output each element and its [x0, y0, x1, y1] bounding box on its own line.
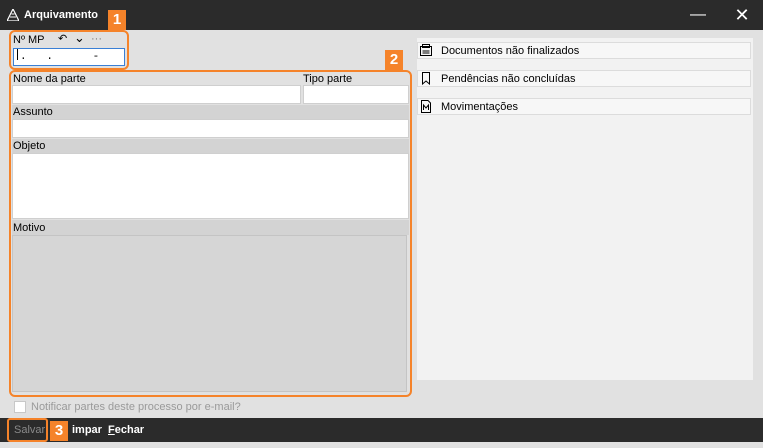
window-title: Arquivamento	[24, 9, 98, 21]
fechar-button[interactable]: Fechar	[108, 424, 144, 436]
assunto-input[interactable]	[12, 119, 409, 138]
fechar-accelerator: F	[108, 424, 115, 436]
documentos-nao-finalizados-item[interactable]: Documentos não finalizados	[417, 42, 751, 59]
printer-folder-icon	[420, 44, 432, 56]
app-logo-icon	[7, 9, 19, 21]
chevron-down-icon[interactable]: ⌄	[74, 30, 85, 46]
right-panel: Documentos não finalizados Pendências nã…	[417, 38, 753, 380]
nome-da-parte-input[interactable]	[12, 85, 301, 104]
bookmark-icon	[422, 72, 430, 85]
notify-label: Notificar partes deste processo por e-ma…	[31, 401, 241, 413]
bottom-strip	[0, 442, 763, 448]
pendencias-nao-concluidas-item[interactable]: Pendências não concluídas	[417, 70, 751, 87]
close-button[interactable]: ✕	[720, 0, 763, 30]
mp-input-mask: . . -	[20, 51, 100, 63]
movimentacoes-item[interactable]: Movimentações	[417, 98, 751, 115]
arquivamento-window: Arquivamento — ✕ 1 Nº MP ↶ ⌄ ··· . . - 2…	[0, 0, 763, 448]
assunto-label: Assunto	[13, 106, 53, 118]
pendencias-nao-concluidas-label: Pendências não concluídas	[441, 73, 576, 85]
mp-number-input[interactable]: . . -	[13, 48, 125, 66]
objeto-header	[12, 139, 409, 153]
fechar-rest: echar	[114, 424, 145, 436]
motivo-label: Motivo	[13, 222, 46, 234]
documentos-nao-finalizados-label: Documentos não finalizados	[441, 45, 580, 57]
tipo-parte-input[interactable]	[303, 85, 409, 104]
mp-label: Nº MP	[13, 34, 45, 46]
salvar-button[interactable]: Salvar	[14, 424, 45, 436]
callout-marker-3: 3	[50, 421, 68, 441]
objeto-textarea[interactable]	[12, 153, 409, 219]
assunto-header	[12, 105, 409, 119]
limpar-button[interactable]: impar	[72, 424, 102, 436]
movimentacoes-label: Movimentações	[441, 101, 519, 113]
minimize-button[interactable]: —	[676, 0, 720, 30]
notify-checkbox[interactable]	[14, 401, 26, 413]
objeto-label: Objeto	[13, 140, 46, 152]
callout-marker-2: 2	[385, 50, 403, 70]
more-icon[interactable]: ···	[91, 33, 102, 45]
motivo-textarea[interactable]	[12, 235, 407, 392]
nome-da-parte-label: Nome da parte	[13, 73, 86, 85]
callout-marker-1: 1	[108, 10, 126, 30]
text-caret	[17, 49, 18, 60]
motivo-header	[12, 220, 409, 235]
tipo-parte-label: Tipo parte	[303, 73, 353, 85]
bottom-toolbar: Salvar impar Fechar	[0, 418, 763, 442]
document-m-icon	[421, 100, 431, 113]
undo-icon[interactable]: ↶	[58, 32, 67, 45]
